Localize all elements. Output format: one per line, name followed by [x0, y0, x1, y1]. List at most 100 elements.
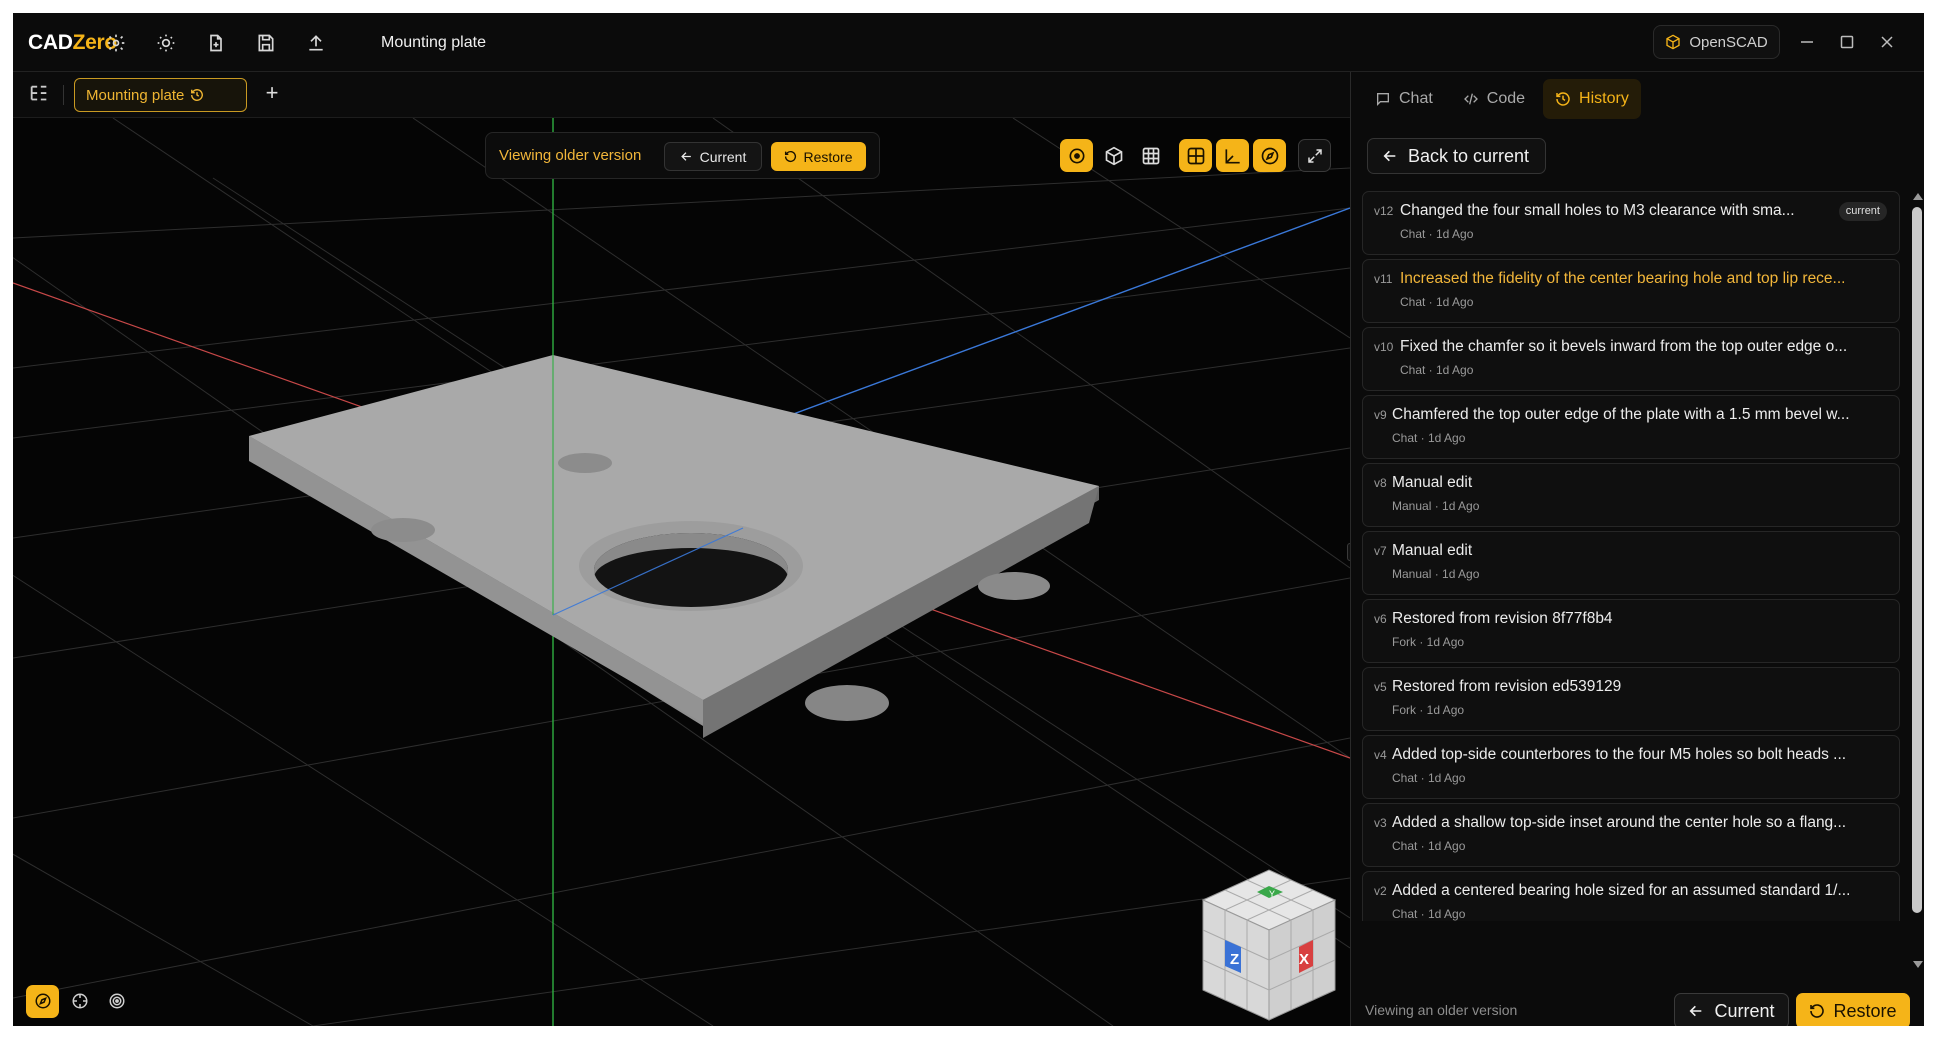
history-item[interactable]: v9 Chamfered the top outer edge of the pl…: [1362, 395, 1900, 459]
older-version-bar: Viewing older version Current Restore: [485, 132, 880, 179]
history-title: Added a centered bearing hole sized for …: [1392, 882, 1851, 899]
model-scene[interactable]: Y Z X: [13, 118, 1350, 1026]
history-meta: Chat · 1d Ago: [1392, 431, 1466, 445]
target-icon[interactable]: [100, 985, 133, 1018]
history-item[interactable]: v10 Fixed the chamfer so it bevels inward…: [1362, 327, 1900, 391]
add-tab-button[interactable]: +: [260, 82, 284, 106]
history-item[interactable]: v2 Added a centered bearing hole sized fo…: [1362, 871, 1900, 921]
history-version: v3: [1374, 816, 1387, 830]
restore-label: Restore: [803, 148, 853, 165]
save-icon[interactable]: [253, 30, 279, 56]
restore-button[interactable]: Restore: [771, 142, 866, 171]
history-version: v10: [1374, 340, 1394, 354]
tab-chat-label: Chat: [1399, 90, 1433, 107]
scrollbar[interactable]: [1911, 193, 1923, 968]
history-icon: [1556, 92, 1570, 106]
mounting-plate-model: [249, 355, 1099, 738]
current-badge: current: [1838, 202, 1887, 221]
history-item[interactable]: v3 Added a shallow top-side inset around …: [1362, 803, 1900, 867]
history-meta: Chat · 1d Ago: [1400, 363, 1474, 377]
axes-icon[interactable]: [1216, 139, 1249, 172]
arrow-left-icon: [1690, 1005, 1702, 1017]
panel-tabs: Chat Code History: [1363, 79, 1641, 119]
history-meta: Chat · 1d Ago: [1392, 907, 1466, 921]
history-title: Restored from revision 8f77f8b4: [1392, 610, 1613, 627]
app-window: CADZero Mounting plate OpenSCAD Mounting…: [13, 13, 1924, 1026]
footer-current-button[interactable]: Current: [1674, 993, 1789, 1026]
tab-mounting-plate[interactable]: Mounting plate: [74, 78, 247, 112]
history-version: v8: [1374, 476, 1387, 490]
arrow-left-icon: [680, 152, 691, 161]
origin-toggle-icon[interactable]: [1060, 139, 1093, 172]
footer-restore-button[interactable]: Restore: [1796, 993, 1910, 1026]
tab-history[interactable]: History: [1543, 79, 1641, 119]
history-title: Manual edit: [1392, 542, 1473, 559]
tab-label: Mounting plate: [86, 86, 185, 104]
history-item[interactable]: v5 Restored from revision ed539129 Fork · …: [1362, 667, 1900, 731]
tab-code-label: Code: [1486, 90, 1526, 107]
history-item[interactable]: v7 Manual edit Manual · 1d Ago: [1362, 531, 1900, 595]
history-meta: Manual · 1d Ago: [1392, 499, 1480, 513]
history-item[interactable]: v12 Changed the four small holes to M3 cl…: [1362, 191, 1900, 255]
divider: [63, 85, 64, 105]
cube-label-y: Y: [1269, 889, 1275, 899]
history-version: v12: [1374, 204, 1394, 218]
history-title: Chamfered the top outer edge of the plat…: [1392, 406, 1850, 423]
back-label: Back to current: [1408, 145, 1530, 166]
theme-sun-icon[interactable]: [153, 30, 179, 56]
arrow-left-icon: [1383, 150, 1396, 162]
maximize-icon[interactable]: [1835, 30, 1859, 54]
grid-toggle-icon[interactable]: [1134, 139, 1167, 172]
cube-label-z: Z: [1230, 951, 1239, 968]
footer-restore-label: Restore: [1833, 1000, 1897, 1021]
tree-view-icon[interactable]: [28, 83, 52, 107]
tab-chat[interactable]: Chat: [1363, 79, 1445, 119]
camera-tools: [26, 980, 140, 1022]
history-title: Restored from revision ed539129: [1392, 678, 1622, 695]
history-item[interactable]: v4 Added top-side counterbores to the fou…: [1362, 735, 1900, 799]
close-icon[interactable]: [1875, 30, 1899, 54]
floor-grid-icon[interactable]: [1179, 139, 1212, 172]
history-version: v7: [1374, 544, 1387, 558]
settings-icon[interactable]: [103, 30, 129, 56]
history-title: Added top-side counterbores to the four …: [1392, 746, 1847, 763]
history-meta: Chat · 1d Ago: [1400, 295, 1474, 309]
footer-current-label: Current: [1714, 1000, 1775, 1021]
back-to-current-button[interactable]: Back to current: [1367, 138, 1546, 174]
tab-code[interactable]: Code: [1451, 79, 1537, 119]
minimize-icon[interactable]: [1795, 30, 1819, 54]
history-item[interactable]: v6 Restored from revision 8f77f8b4 Fork · …: [1362, 599, 1900, 663]
3d-viewport[interactable]: Y Z X Viewing older version Current Rest…: [13, 118, 1350, 1026]
scroll-down-arrow[interactable]: [1913, 961, 1923, 968]
history-title: Fixed the chamfer so it bevels inward fr…: [1400, 338, 1848, 355]
new-file-icon[interactable]: [203, 30, 229, 56]
code-icon: [1463, 93, 1478, 105]
history-title: Changed the four small holes to M3 clear…: [1400, 202, 1795, 219]
history-item[interactable]: v11 Increased the fidelity of the center …: [1362, 259, 1900, 323]
scroll-thumb[interactable]: [1912, 207, 1922, 913]
compass-icon[interactable]: [1253, 139, 1286, 172]
crosshair-icon[interactable]: [63, 985, 96, 1018]
orbit-compass-icon[interactable]: [26, 984, 59, 1018]
title-bar: CADZero Mounting plate OpenSCAD: [13, 13, 1924, 72]
solid-view-icon[interactable]: [1097, 139, 1130, 172]
view-current-button[interactable]: Current: [664, 142, 762, 171]
chat-bubble-icon: [1377, 93, 1389, 106]
history-meta: Chat · 1d Ago: [1392, 839, 1466, 853]
cube-label-x: X: [1299, 951, 1309, 968]
restore-icon: [1810, 1004, 1825, 1018]
history-title: Increased the fidelity of the center bea…: [1400, 270, 1846, 287]
scroll-up-arrow[interactable]: [1913, 193, 1923, 200]
fullscreen-icon[interactable]: [1298, 139, 1331, 172]
history-version: v5: [1374, 680, 1387, 694]
export-upload-icon[interactable]: [303, 30, 329, 56]
history-title: Manual edit: [1392, 474, 1473, 491]
engine-button[interactable]: OpenSCAD: [1653, 25, 1780, 59]
history-meta: Manual · 1d Ago: [1392, 567, 1480, 581]
history-item[interactable]: v8 Manual edit Manual · 1d Ago: [1362, 463, 1900, 527]
cube-icon: [1666, 34, 1680, 50]
history-list: v12 Changed the four small holes to M3 cl…: [1362, 191, 1900, 921]
history-icon: [191, 89, 204, 101]
footer-status-text: Viewing an older version: [1365, 1002, 1518, 1018]
engine-label: OpenSCAD: [1689, 33, 1768, 51]
